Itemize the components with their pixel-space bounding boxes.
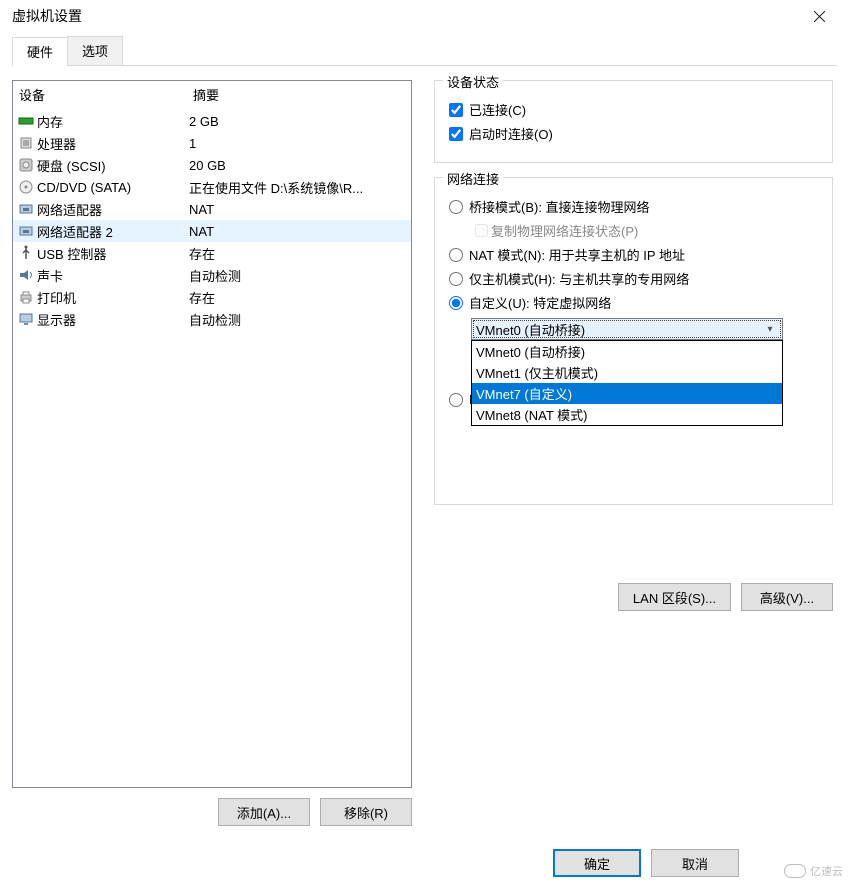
hostonly-radio[interactable]: 仅主机模式(H): 与主机共享的专用网络 [449,269,818,288]
close-button[interactable] [797,1,841,31]
custom-label: 自定义(U): 特定虚拟网络 [469,293,611,312]
device-summary: 正在使用文件 D:\系统镜像\R... [189,178,407,197]
chevron-down-icon: ▾ [762,324,778,335]
device-label: 硬盘 (SCSI) [37,156,106,175]
memory-icon [17,112,35,130]
usb-icon [17,244,35,262]
network-connection-group: 网络连接 桥接模式(B): 直接连接物理网络 复制物理网络连接状态(P) NAT… [434,177,833,505]
monitor-icon [17,310,35,328]
device-row-netadapter[interactable]: 网络适配器 NAT [13,198,411,220]
advanced-button[interactable]: 高级(V)... [741,583,833,611]
network-icon [17,200,35,218]
device-summary: NAT [189,224,407,239]
device-label: 打印机 [37,288,76,307]
device-list[interactable]: 设备 摘要 内存 2 GB 处理器 1 硬盘 (SCSI) 20 GB CD [12,80,412,788]
tab-hardware[interactable]: 硬件 [12,37,68,66]
header-device: 设备 [19,85,193,104]
device-list-header: 设备 摘要 [13,81,411,110]
vmnet-option-1[interactable]: VMnet1 (仅主机模式) [472,362,782,383]
vmnet-dropdown-list[interactable]: VMnet0 (自动桥接) VMnet1 (仅主机模式) VMnet7 (自定义… [471,340,783,426]
add-button[interactable]: 添加(A)... [218,798,310,826]
lan-segment-input[interactable] [449,393,463,407]
device-label: 内存 [37,112,63,131]
cloud-icon [784,864,806,878]
connect-at-poweron-input[interactable] [449,127,463,141]
ok-button[interactable]: 确定 [553,849,641,877]
close-icon [814,11,825,22]
device-status-group: 设备状态 已连接(C) 启动时连接(O) [434,80,833,163]
printer-icon [17,288,35,306]
device-summary: 自动检测 [189,310,407,329]
device-status-title: 设备状态 [443,72,503,91]
device-row-usb[interactable]: USB 控制器 存在 [13,242,411,264]
custom-input[interactable] [449,296,463,310]
device-summary: 1 [189,136,407,151]
device-label: 声卡 [37,266,63,285]
connected-label: 已连接(C) [469,100,526,119]
disc-icon [17,178,35,196]
device-summary: 存在 [189,244,407,263]
nat-label: NAT 模式(N): 用于共享主机的 IP 地址 [469,245,685,264]
vmnet-combobox[interactable]: VMnet0 (自动桥接) ▾ [471,318,783,340]
device-label: USB 控制器 [37,244,106,263]
remove-button[interactable]: 移除(R) [320,798,412,826]
sound-icon [17,266,35,284]
vmnet-selected: VMnet0 (自动桥接) [476,320,762,339]
disk-icon [17,156,35,174]
connect-at-poweron-checkbox[interactable]: 启动时连接(O) [449,124,818,143]
network-icon [17,222,35,240]
tab-options[interactable]: 选项 [67,36,123,65]
device-row-disk[interactable]: 硬盘 (SCSI) 20 GB [13,154,411,176]
window-title: 虚拟机设置 [8,6,797,26]
replicate-input [475,224,488,237]
device-row-display[interactable]: 显示器 自动检测 [13,308,411,330]
vmnet-option-3[interactable]: VMnet8 (NAT 模式) [472,404,782,425]
tabs: 硬件 选项 [12,36,837,66]
network-connection-title: 网络连接 [443,169,503,188]
device-label: 处理器 [37,134,76,153]
device-row-sound[interactable]: 声卡 自动检测 [13,264,411,286]
device-summary: 20 GB [189,158,407,173]
device-row-memory[interactable]: 内存 2 GB [13,110,411,132]
device-label: 显示器 [37,310,76,329]
watermark-text: 亿速云 [810,863,843,879]
device-row-printer[interactable]: 打印机 存在 [13,286,411,308]
connect-at-poweron-label: 启动时连接(O) [469,124,553,143]
watermark: 亿速云 [784,863,843,879]
device-label: 网络适配器 2 [37,222,113,241]
connected-input[interactable] [449,103,463,117]
hostonly-label: 仅主机模式(H): 与主机共享的专用网络 [469,269,689,288]
vmnet-option-0[interactable]: VMnet0 (自动桥接) [472,341,782,362]
cancel-button[interactable]: 取消 [651,849,739,877]
replicate-label: 复制物理网络连接状态(P) [491,221,638,240]
device-label: CD/DVD (SATA) [37,180,131,195]
device-row-netadapter2[interactable]: 网络适配器 2 NAT [13,220,411,242]
vmnet-option-2[interactable]: VMnet7 (自定义) [472,383,782,404]
device-summary: 存在 [189,288,407,307]
device-summary: NAT [189,202,407,217]
custom-radio[interactable]: 自定义(U): 特定虚拟网络 [449,293,818,312]
device-summary: 2 GB [189,114,407,129]
cpu-icon [17,134,35,152]
connected-checkbox[interactable]: 已连接(C) [449,100,818,119]
nat-radio[interactable]: NAT 模式(N): 用于共享主机的 IP 地址 [449,245,818,264]
lan-segments-button[interactable]: LAN 区段(S)... [618,583,731,611]
hostonly-input[interactable] [449,272,463,286]
device-label: 网络适配器 [37,200,102,219]
device-row-cpu[interactable]: 处理器 1 [13,132,411,154]
device-summary: 自动检测 [189,266,407,285]
nat-input[interactable] [449,248,463,262]
device-row-cddvd[interactable]: CD/DVD (SATA) 正在使用文件 D:\系统镜像\R... [13,176,411,198]
header-summary: 摘要 [193,85,405,104]
bridged-input[interactable] [449,200,463,214]
replicate-checkbox: 复制物理网络连接状态(P) [471,221,818,240]
bridged-radio[interactable]: 桥接模式(B): 直接连接物理网络 [449,197,818,216]
bridged-label: 桥接模式(B): 直接连接物理网络 [469,197,650,216]
